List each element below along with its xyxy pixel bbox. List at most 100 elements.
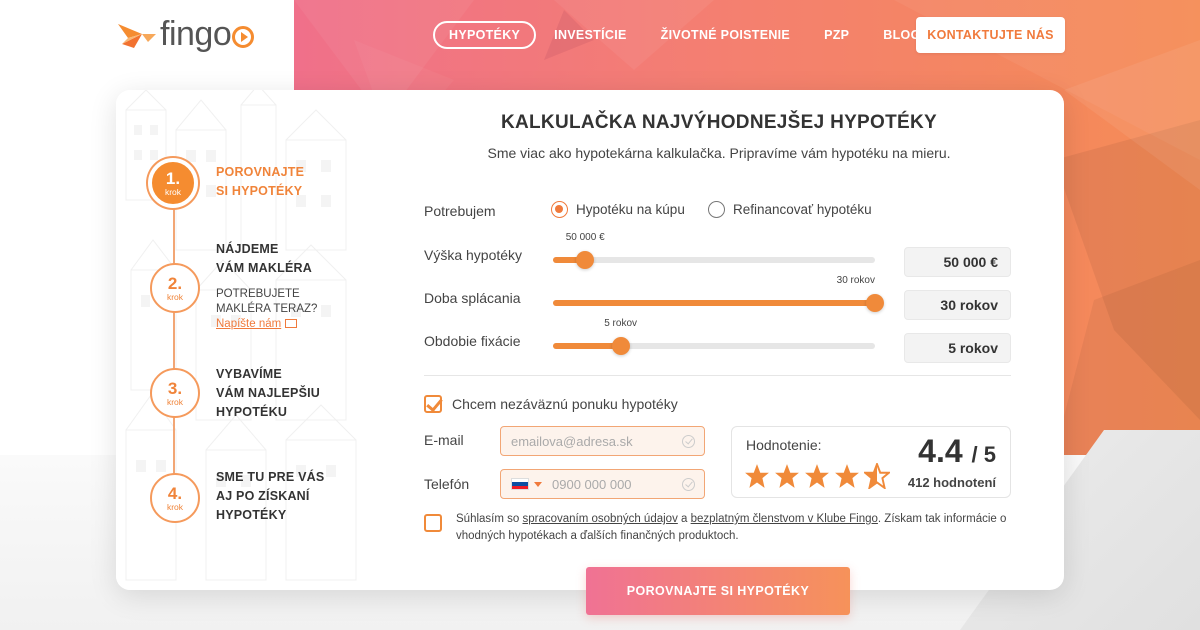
step-3-line-2: VÁM NAJLEPŠIU xyxy=(216,386,321,400)
step-3-line-3: HYPOTÉKU xyxy=(216,405,288,419)
amount-value[interactable]: 50 000 € xyxy=(904,247,1011,277)
phone-label: Telefón xyxy=(424,476,470,492)
duration-slider-handle[interactable] xyxy=(866,294,884,312)
offer-checkbox-label: Chcem nezáväznú ponuku hypotéky xyxy=(452,396,678,412)
step-1-number: 1. xyxy=(165,168,181,188)
email-placeholder: emailova@adresa.sk xyxy=(511,433,633,449)
radio-refinance[interactable]: Refinancovať hypotéku xyxy=(708,201,872,218)
radio-refinance-dot[interactable] xyxy=(708,201,725,218)
step-2: 2. krok xyxy=(150,263,200,313)
step-2-note-line-2: MAKLÉRA TERAZ? xyxy=(216,303,318,315)
step-4-badge: 4. krok xyxy=(150,473,200,523)
consent-text: Súhlasím so spracovaním osobných údajov … xyxy=(456,511,1016,545)
duration-slider-tooltip: 30 rokov xyxy=(836,275,875,286)
consent-middle: a xyxy=(677,513,691,525)
calculator-title: KALKULAČKA NAJVÝHODNEJŠEJ HYPOTÉKY xyxy=(500,112,937,133)
offer-checkbox[interactable] xyxy=(424,395,442,413)
amount-slider-handle[interactable] xyxy=(576,251,595,269)
star-icon xyxy=(745,464,769,488)
consent-checkbox[interactable] xyxy=(424,514,442,532)
nav-item-zivotne-poistenie[interactable]: ŽIVOTNÉ POISTENIE xyxy=(661,28,790,42)
privacy-link[interactable]: spracovaním osobných údajov xyxy=(522,513,677,525)
step-3-sub: krok xyxy=(166,396,184,407)
mail-icon xyxy=(285,319,298,329)
amount-slider-track xyxy=(553,257,875,263)
club-membership-link[interactable]: bezplatným členstvom v Klube Fingo xyxy=(691,513,878,525)
compare-mortgages-button[interactable]: POROVNAJTE SI HYPOTÉKY xyxy=(586,567,850,615)
fixation-value[interactable]: 5 rokov xyxy=(904,333,1011,363)
form-divider xyxy=(424,375,1011,376)
logo-wordmark: fingo xyxy=(160,14,232,53)
country-dropdown-icon[interactable] xyxy=(534,481,542,487)
write-us-link[interactable]: Napíšte nám xyxy=(216,318,281,330)
email-label: E-mail xyxy=(424,432,464,448)
phone-placeholder: 0900 000 000 xyxy=(552,476,632,492)
fixation-slider-handle[interactable] xyxy=(611,337,630,355)
rating-max: / 5 xyxy=(971,442,996,467)
step-1-sub: krok xyxy=(164,186,182,197)
step-2-number: 2. xyxy=(167,273,183,293)
step-2-note: POTREBUJETE MAKLÉRA TERAZ? Napíšte nám xyxy=(216,287,366,332)
nav-item-hypoteky[interactable]: HYPOTÉKY xyxy=(433,21,537,49)
step-3-number: 3. xyxy=(167,378,183,398)
email-field[interactable]: emailova@adresa.sk xyxy=(500,426,705,456)
amount-slider-tooltip: 50 000 € xyxy=(565,232,605,243)
duration-label: Doba splácania xyxy=(424,290,521,306)
step-4-line-3: HYPOTÉKY xyxy=(216,508,287,522)
radio-purchase-dot[interactable] xyxy=(551,201,568,218)
fingo-logo[interactable]: fingo xyxy=(118,14,255,54)
duration-slider[interactable]: 30 rokov xyxy=(553,275,884,312)
rating-score: 4.4 / 5 xyxy=(918,433,996,470)
step-3: 3. krok xyxy=(150,368,200,418)
step-1: 1. krok xyxy=(148,158,198,208)
step-3-badge: 3. krok xyxy=(150,368,200,418)
step-2-sub: krok xyxy=(166,291,184,302)
email-check-icon xyxy=(682,435,695,448)
star-icon xyxy=(805,464,829,488)
step-2-text: NÁJDEME VÁM MAKLÉRA xyxy=(216,240,366,278)
step-1-line-1: POROVNAJTE xyxy=(216,165,305,179)
amount-label: Výška hypotéky xyxy=(424,247,523,263)
rating-box: Hodnotenie: 4.4 / 5 412 hodnotení xyxy=(731,426,1011,498)
nav-item-pzp[interactable]: PZP xyxy=(824,28,849,42)
nav-item-investicie[interactable]: INVESTÍCIE xyxy=(554,28,626,42)
rating-count: 412 hodnotení xyxy=(907,475,996,490)
step-1-line-2: SI HYPOTÉKY xyxy=(216,184,303,198)
step-2-line-1: NÁJDEME xyxy=(216,242,279,256)
half-star-icon xyxy=(864,463,890,489)
logo-play-icon xyxy=(232,26,255,48)
radio-purchase[interactable]: Hypotéku na kúpu xyxy=(551,201,685,218)
star-icon xyxy=(835,464,859,488)
fixation-slider-fill xyxy=(553,343,621,349)
radio-purchase-label: Hypotéku na kúpu xyxy=(576,202,685,217)
consent-prefix: Súhlasím so xyxy=(456,513,523,525)
rating-score-value: 4.4 xyxy=(918,433,963,469)
fixation-slider[interactable]: 5 rokov xyxy=(553,318,875,355)
calculator-subtitle: Sme viac ako hypotekárna kalkulačka. Pri… xyxy=(487,145,951,161)
step-4-sub: krok xyxy=(166,501,184,512)
step-4-line-1: SME TU PRE VÁS xyxy=(216,470,325,484)
calculator-card: 1. krok POROVNAJTE SI HYPOTÉKY 2. krok N… xyxy=(116,90,1064,590)
star-icon xyxy=(775,464,799,488)
step-2-line-2: VÁM MAKLÉRA xyxy=(216,261,312,275)
steps-panel: 1. krok POROVNAJTE SI HYPOTÉKY 2. krok N… xyxy=(116,90,374,590)
step-2-badge: 2. krok xyxy=(150,263,200,313)
steps-connector-line xyxy=(173,200,175,500)
step-4-text: SME TU PRE VÁS AJ PO ZÍSKANÍ HYPOTÉKY xyxy=(216,468,366,525)
need-label: Potrebujem xyxy=(424,203,496,219)
step-1-text: POROVNAJTE SI HYPOTÉKY xyxy=(216,163,366,201)
fixation-slider-tooltip: 5 rokov xyxy=(604,318,638,329)
contact-button[interactable]: KONTAKTUJTE NÁS xyxy=(916,17,1065,53)
duration-value[interactable]: 30 rokov xyxy=(904,290,1011,320)
step-3-line-1: VYBAVÍME xyxy=(216,367,282,381)
slovak-flag-icon[interactable] xyxy=(511,478,529,490)
amount-slider[interactable]: 50 000 € xyxy=(553,232,875,269)
phone-field[interactable]: 0900 000 000 xyxy=(500,469,705,499)
nav-item-blog[interactable]: BLOG xyxy=(883,28,920,42)
step-2-note-line-1: POTREBUJETE xyxy=(216,288,300,300)
radio-refinance-label: Refinancovať hypotéku xyxy=(733,202,872,217)
fixation-label: Obdobie fixácie xyxy=(424,333,521,349)
rating-stars xyxy=(744,463,894,489)
phone-check-icon xyxy=(682,478,695,491)
step-3-text: VYBAVÍME VÁM NAJLEPŠIU HYPOTÉKU xyxy=(216,365,366,422)
